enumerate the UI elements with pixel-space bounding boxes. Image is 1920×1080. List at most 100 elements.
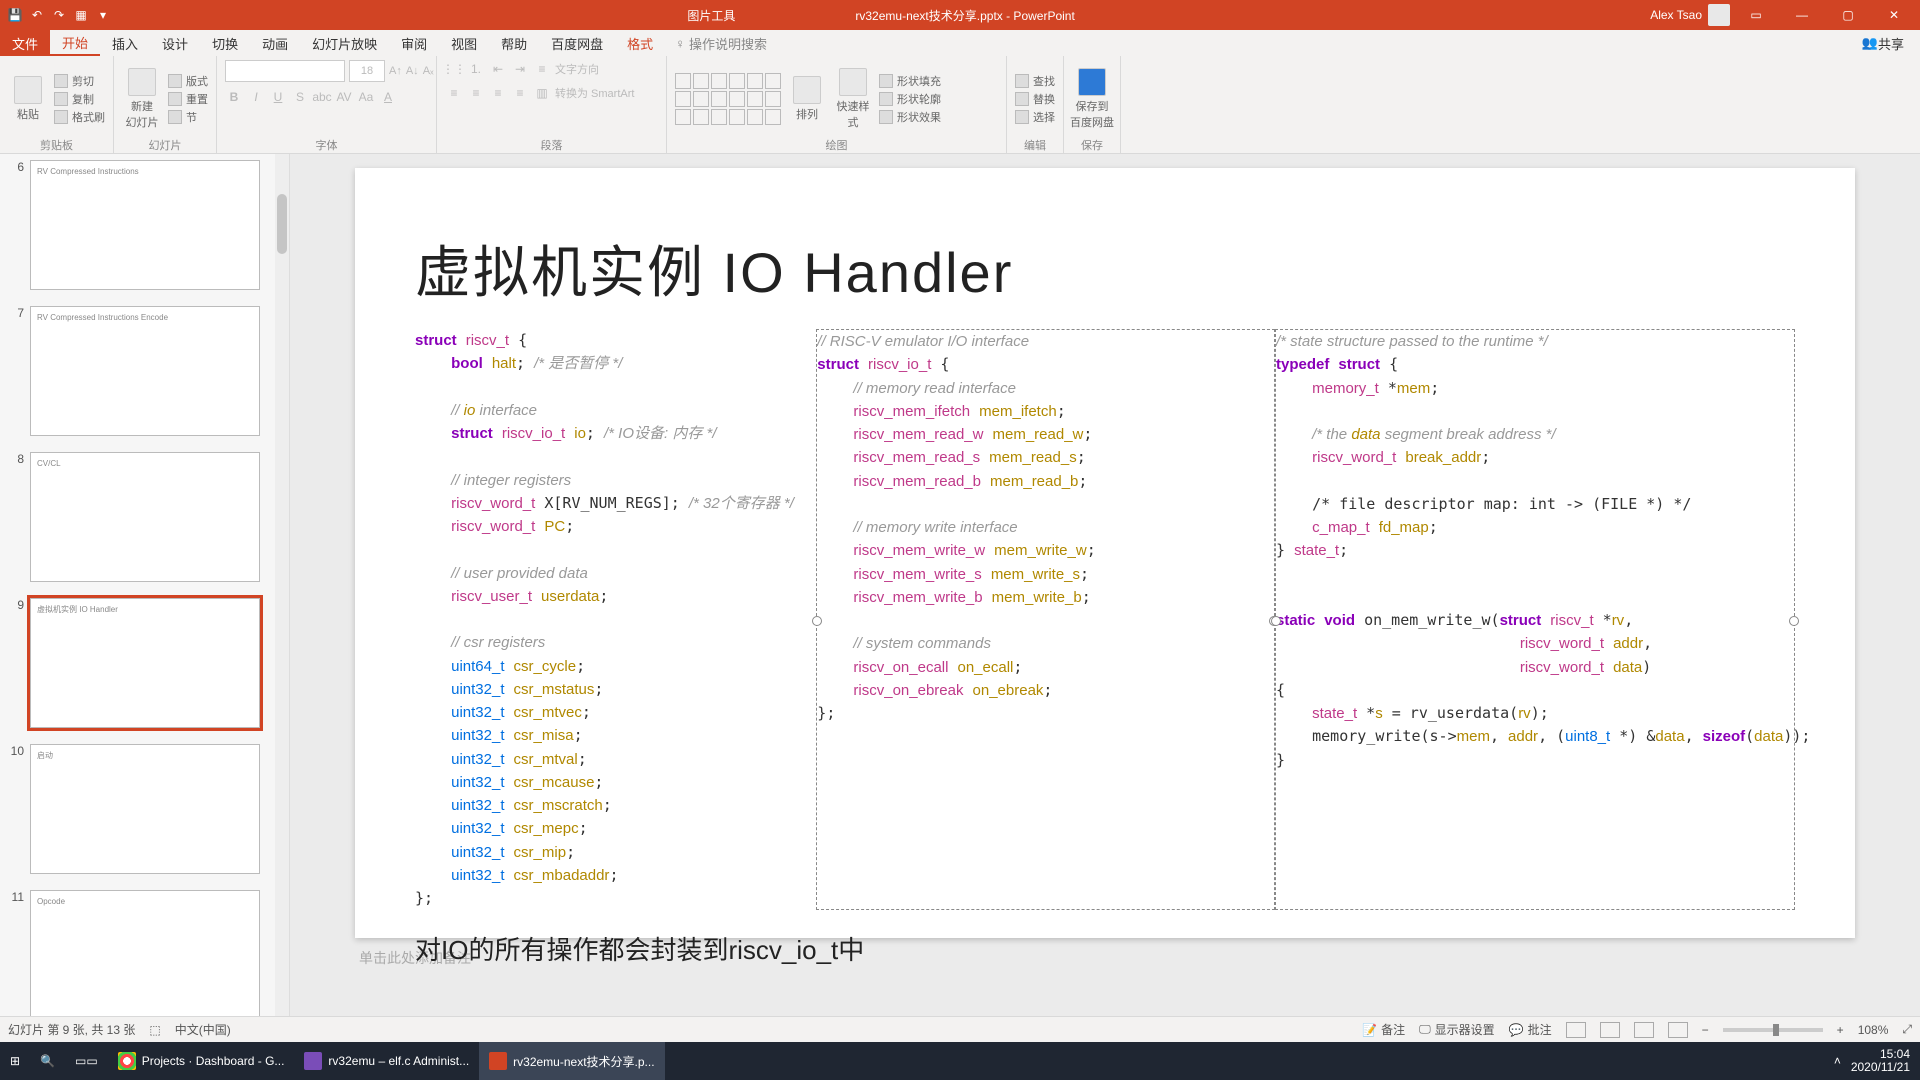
shapes-gallery[interactable] bbox=[675, 73, 781, 125]
replace-button[interactable]: 替换 bbox=[1015, 91, 1055, 107]
qat-dropdown-icon[interactable]: ▾ bbox=[94, 6, 112, 24]
fit-window-button[interactable]: ⤢ bbox=[1902, 1022, 1912, 1037]
zoom-slider[interactable] bbox=[1723, 1028, 1823, 1032]
tab-home[interactable]: 开始 bbox=[50, 30, 100, 56]
tab-review[interactable]: 审阅 bbox=[389, 30, 439, 56]
layout-button[interactable]: 版式 bbox=[168, 73, 208, 89]
comments-button[interactable]: 💬 批注 bbox=[1509, 1021, 1552, 1038]
shape-outline-button[interactable]: 形状轮廓 bbox=[879, 91, 941, 107]
clear-format-icon[interactable]: Aₓ bbox=[423, 65, 434, 77]
columns-icon[interactable]: ▥ bbox=[533, 84, 551, 102]
thumb-scrollbar[interactable] bbox=[275, 154, 289, 1016]
save-icon[interactable]: 💾 bbox=[6, 6, 24, 24]
find-button[interactable]: 查找 bbox=[1015, 73, 1055, 89]
align-left-icon[interactable]: ≡ bbox=[445, 84, 463, 102]
tab-animations[interactable]: 动画 bbox=[250, 30, 300, 56]
slide-canvas[interactable]: 虚拟机实例 IO Handler struct riscv_t { bool h… bbox=[355, 168, 1855, 938]
quick-styles-button[interactable]: 快速样式 bbox=[833, 68, 873, 130]
font-size-selector[interactable]: 18 bbox=[349, 60, 385, 82]
ribbon-options-icon[interactable]: ▭ bbox=[1736, 2, 1776, 28]
slide-thumb-6[interactable]: 6RV Compressed Instructions bbox=[8, 160, 271, 290]
smartart-button[interactable]: 转换为 SmartArt bbox=[555, 84, 634, 102]
bold-icon[interactable]: B bbox=[225, 88, 243, 106]
maximize-button[interactable]: ▢ bbox=[1828, 2, 1868, 28]
minimize-button[interactable]: — bbox=[1782, 2, 1822, 28]
language-status[interactable]: 中文(中国) bbox=[175, 1021, 231, 1038]
reset-button[interactable]: 重置 bbox=[168, 91, 208, 107]
shadow-icon[interactable]: abc bbox=[313, 88, 331, 106]
arrange-button[interactable]: 排列 bbox=[787, 76, 827, 122]
select-button[interactable]: 选择 bbox=[1015, 109, 1055, 125]
slideshow-qat-icon[interactable]: ▦ bbox=[72, 6, 90, 24]
taskbar-vs[interactable]: rv32emu – elf.c Administ... bbox=[294, 1042, 479, 1080]
bullets-icon[interactable]: ⋮⋮ bbox=[445, 60, 463, 78]
shape-effects-button[interactable]: 形状效果 bbox=[879, 109, 941, 125]
zoom-out-button[interactable]: − bbox=[1702, 1023, 1709, 1037]
taskbar-powerpoint[interactable]: rv32emu-next技术分享.p... bbox=[479, 1042, 664, 1080]
taskbar-clock[interactable]: 15:04 2020/11/21 bbox=[1851, 1048, 1910, 1074]
tab-baidu[interactable]: 百度网盘 bbox=[539, 30, 615, 56]
close-button[interactable]: ✕ bbox=[1874, 2, 1914, 28]
indent-inc-icon[interactable]: ⇥ bbox=[511, 60, 529, 78]
numbering-icon[interactable]: 1. bbox=[467, 60, 485, 78]
code-block-riscv-io-t[interactable]: // RISC-V emulator I/O interface struct … bbox=[816, 329, 1275, 910]
slideshow-view-button[interactable] bbox=[1668, 1022, 1688, 1038]
redo-icon[interactable]: ↷ bbox=[50, 6, 68, 24]
share-button[interactable]: 👥 共享 bbox=[1846, 30, 1920, 56]
align-center-icon[interactable]: ≡ bbox=[467, 84, 485, 102]
tab-slideshow[interactable]: 幻灯片放映 bbox=[300, 30, 389, 56]
tab-file[interactable]: 文件 bbox=[0, 30, 50, 56]
slide-thumb-11[interactable]: 11Opcode bbox=[8, 890, 271, 1016]
tellme-search[interactable]: ♀ 操作说明搜索 bbox=[675, 30, 767, 56]
zoom-level[interactable]: 108% bbox=[1858, 1023, 1889, 1037]
slide-thumb-8[interactable]: 8CV/CL bbox=[8, 452, 271, 582]
new-slide-button[interactable]: 新建 幻灯片 bbox=[122, 68, 162, 130]
spacing-icon[interactable]: AV bbox=[335, 88, 353, 106]
italic-icon[interactable]: I bbox=[247, 88, 265, 106]
tab-insert[interactable]: 插入 bbox=[100, 30, 150, 56]
paste-button[interactable]: 粘贴 bbox=[8, 76, 48, 122]
tab-design[interactable]: 设计 bbox=[150, 30, 200, 56]
font-family-selector[interactable] bbox=[225, 60, 345, 82]
format-painter-button[interactable]: 格式刷 bbox=[54, 109, 105, 125]
task-view-button[interactable]: ▭▭ bbox=[65, 1042, 108, 1080]
slide-footnote[interactable]: 对IO的所有操作都会封装到riscv_io_t中 bbox=[415, 930, 1795, 967]
tab-format[interactable]: 格式 bbox=[615, 30, 665, 56]
taskbar-search[interactable]: 🔍 bbox=[30, 1042, 65, 1080]
code-block-state-t[interactable]: /* state structure passed to the runtime… bbox=[1275, 329, 1795, 910]
underline-icon[interactable]: U bbox=[269, 88, 287, 106]
reading-view-button[interactable] bbox=[1634, 1022, 1654, 1038]
slide-thumb-9[interactable]: 9虚拟机实例 IO Handler bbox=[8, 598, 271, 728]
slide-title[interactable]: 虚拟机实例 IO Handler bbox=[415, 228, 1795, 309]
tray-chevron-icon[interactable]: ˄ bbox=[1834, 1054, 1841, 1068]
undo-icon[interactable]: ↶ bbox=[28, 6, 46, 24]
code-block-riscv-t[interactable]: struct riscv_t { bool halt; /* 是否暂停 */ /… bbox=[415, 329, 816, 910]
increase-font-icon[interactable]: A↑ bbox=[389, 65, 402, 77]
shape-fill-button[interactable]: 形状填充 bbox=[879, 73, 941, 89]
section-button[interactable]: 节 bbox=[168, 109, 208, 125]
normal-view-button[interactable] bbox=[1566, 1022, 1586, 1038]
font-color-icon[interactable]: A bbox=[379, 88, 397, 106]
tab-view[interactable]: 视图 bbox=[439, 30, 489, 56]
slide-thumb-10[interactable]: 10启动 bbox=[8, 744, 271, 874]
save-baidu-button[interactable]: 保存到 百度网盘 bbox=[1072, 68, 1112, 130]
user-avatar[interactable] bbox=[1708, 4, 1730, 26]
case-icon[interactable]: Aa bbox=[357, 88, 375, 106]
tab-help[interactable]: 帮助 bbox=[489, 30, 539, 56]
zoom-in-button[interactable]: + bbox=[1837, 1023, 1844, 1037]
copy-button[interactable]: 复制 bbox=[54, 91, 105, 107]
cut-button[interactable]: 剪切 bbox=[54, 73, 105, 89]
decrease-font-icon[interactable]: A↓ bbox=[406, 65, 419, 77]
display-settings-button[interactable]: 🖵 显示器设置 bbox=[1419, 1021, 1495, 1038]
user-name[interactable]: Alex Tsao bbox=[1650, 8, 1702, 22]
notes-button[interactable]: 📝 备注 bbox=[1362, 1021, 1405, 1038]
justify-icon[interactable]: ≡ bbox=[511, 84, 529, 102]
sorter-view-button[interactable] bbox=[1600, 1022, 1620, 1038]
align-right-icon[interactable]: ≡ bbox=[489, 84, 507, 102]
slide-thumb-7[interactable]: 7RV Compressed Instructions Encode bbox=[8, 306, 271, 436]
taskbar-chrome[interactable]: Projects · Dashboard - G... bbox=[108, 1042, 295, 1080]
indent-dec-icon[interactable]: ⇤ bbox=[489, 60, 507, 78]
textdir-button[interactable]: 文字方向 bbox=[555, 60, 599, 78]
spellcheck-icon[interactable]: ⬚ bbox=[149, 1023, 160, 1037]
start-button[interactable]: ⊞ bbox=[0, 1042, 30, 1080]
